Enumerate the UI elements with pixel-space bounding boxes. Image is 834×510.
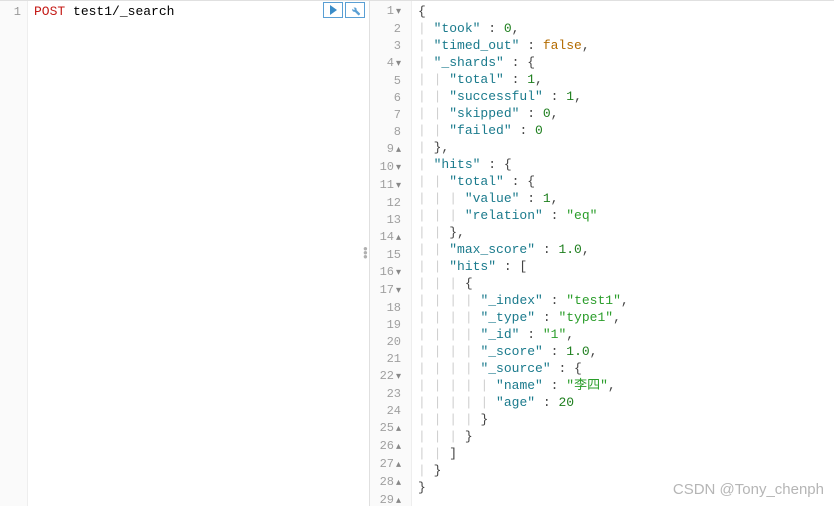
code-line: | | "total" : 1, xyxy=(418,71,828,88)
code-line: | | | "relation" : "eq" xyxy=(418,207,828,224)
gutter-line: 17 ▾ xyxy=(370,282,401,300)
code-line: | | | "value" : 1, xyxy=(418,190,828,207)
gutter-line: 21 xyxy=(370,351,401,368)
run-button[interactable] xyxy=(323,2,343,18)
code-line: | | | | } xyxy=(418,411,828,428)
code-line: | | | } xyxy=(418,428,828,445)
code-line: | | | | | "name" : "李四", xyxy=(418,377,828,394)
code-line: | | | | "_source" : { xyxy=(418,360,828,377)
code-line: { xyxy=(418,3,828,20)
editor-container: 1 POST test1/_search ●●● 1 ▾234 ▾56789 ▴… xyxy=(0,1,834,506)
code-line: | | | { xyxy=(418,275,828,292)
gutter-line: 25 ▴ xyxy=(370,420,401,438)
gutter-line: 27 ▴ xyxy=(370,456,401,474)
code-line: | | "max_score" : 1.0, xyxy=(418,241,828,258)
gutter-line: 24 xyxy=(370,403,401,420)
wrench-icon xyxy=(349,4,361,16)
response-code[interactable]: {| "took" : 0,| "timed_out" : false,| "_… xyxy=(412,1,834,506)
code-line: | | | | | "age" : 20 xyxy=(418,394,828,411)
gutter-line: 2 xyxy=(370,21,401,38)
gutter-line: 15 xyxy=(370,247,401,264)
code-line: | | ] xyxy=(418,445,828,462)
gutter-line: 19 xyxy=(370,317,401,334)
action-buttons xyxy=(323,2,365,18)
code-line: | }, xyxy=(418,139,828,156)
gutter-line: 5 xyxy=(370,73,401,90)
code-line: | "timed_out" : false, xyxy=(418,37,828,54)
gutter-line: 18 xyxy=(370,300,401,317)
response-gutter: 1 ▾234 ▾56789 ▴10 ▾11 ▾121314 ▴1516 ▾17 … xyxy=(370,1,412,506)
resize-handle[interactable]: ●●● xyxy=(363,248,367,260)
code-line: | | "failed" : 0 xyxy=(418,122,828,139)
code-line: | "hits" : { xyxy=(418,156,828,173)
code-line: | | | | "_index" : "test1", xyxy=(418,292,828,309)
code-line: | | "total" : { xyxy=(418,173,828,190)
response-pane: 1 ▾234 ▾56789 ▴10 ▾11 ▾121314 ▴1516 ▾17 … xyxy=(370,1,834,506)
gutter-line: 26 ▴ xyxy=(370,438,401,456)
gutter-line: 11 ▾ xyxy=(370,177,401,195)
gutter-line: 3 xyxy=(370,38,401,55)
gutter-line: 13 xyxy=(370,212,401,229)
code-line: | } xyxy=(418,462,828,479)
gutter-line: 1 ▾ xyxy=(370,3,401,21)
code-line: | "_shards" : { xyxy=(418,54,828,71)
gutter-line: 4 ▾ xyxy=(370,55,401,73)
gutter-line: 22 ▾ xyxy=(370,368,401,386)
gutter-line: 16 ▾ xyxy=(370,264,401,282)
gutter-line: 28 ▴ xyxy=(370,474,401,492)
code-line: | | | | "_type" : "type1", xyxy=(418,309,828,326)
gutter-line: 12 xyxy=(370,195,401,212)
gutter-line: 14 ▴ xyxy=(370,229,401,247)
request-path: test1/_search xyxy=(73,4,174,19)
gutter-line: 7 xyxy=(370,107,401,124)
gutter-line: 1 xyxy=(0,3,21,21)
gutter-line: 10 ▾ xyxy=(370,159,401,177)
gutter-line: 9 ▴ xyxy=(370,141,401,159)
request-gutter: 1 xyxy=(0,1,28,506)
request-code[interactable]: POST test1/_search xyxy=(28,1,369,506)
code-line: | | }, xyxy=(418,224,828,241)
code-line: | | | | "_score" : 1.0, xyxy=(418,343,828,360)
gutter-line: 6 xyxy=(370,90,401,107)
gutter-line: 20 xyxy=(370,334,401,351)
gutter-line: 23 xyxy=(370,386,401,403)
play-icon xyxy=(330,5,337,15)
request-editor-pane[interactable]: 1 POST test1/_search xyxy=(0,1,370,506)
gutter-line: 29 ▴ xyxy=(370,492,401,510)
code-line: | | | | "_id" : "1", xyxy=(418,326,828,343)
http-method: POST xyxy=(34,4,65,19)
code-line: } xyxy=(418,479,828,496)
code-line: | | "skipped" : 0, xyxy=(418,105,828,122)
code-line: | "took" : 0, xyxy=(418,20,828,37)
code-line: | | "successful" : 1, xyxy=(418,88,828,105)
wrench-button[interactable] xyxy=(345,2,365,18)
code-line: | | "hits" : [ xyxy=(418,258,828,275)
gutter-line: 8 xyxy=(370,124,401,141)
